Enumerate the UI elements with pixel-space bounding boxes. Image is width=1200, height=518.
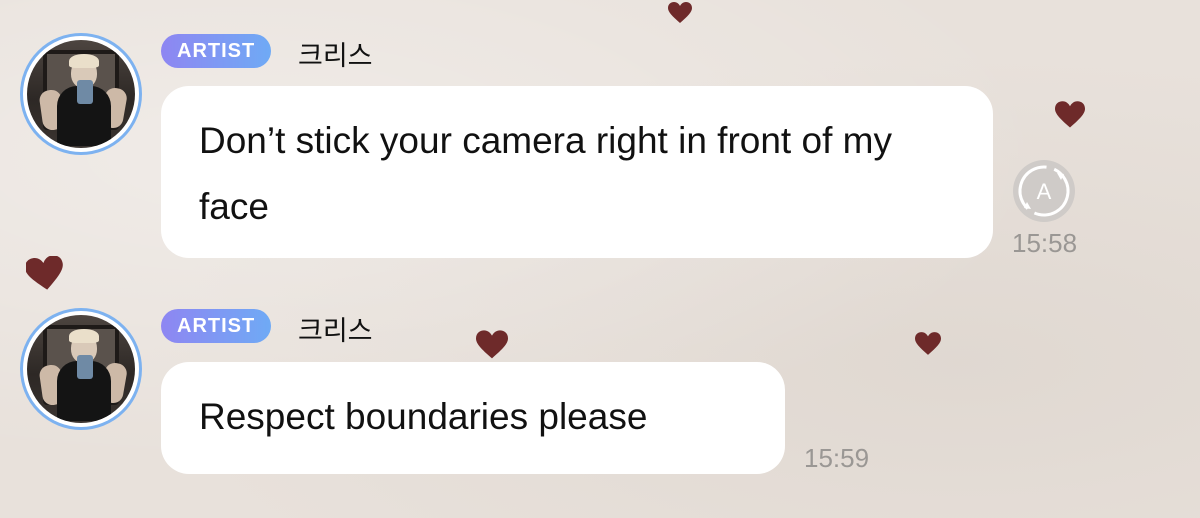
translate-button[interactable]: A bbox=[1013, 160, 1075, 222]
sender-name: 크리스 bbox=[298, 316, 373, 347]
message-text: Don’t stick your camera right in front o… bbox=[199, 120, 892, 227]
avatar-photo bbox=[27, 315, 135, 423]
message-timestamp: 15:59 bbox=[804, 443, 870, 473]
message-bubble[interactable]: Respect boundaries please bbox=[161, 362, 785, 474]
artist-badge: ARTIST bbox=[161, 34, 272, 68]
svg-text:A: A bbox=[1037, 179, 1052, 204]
message-timestamp: 15:58 bbox=[1012, 228, 1078, 258]
heart-icon bbox=[915, 332, 941, 356]
message-bubble[interactable]: Don’t stick your camera right in front o… bbox=[161, 86, 993, 258]
avatar[interactable] bbox=[20, 33, 142, 155]
heart-icon bbox=[26, 256, 64, 292]
heart-icon bbox=[668, 2, 692, 24]
avatar-photo bbox=[27, 40, 135, 148]
artist-badge: ARTIST bbox=[161, 309, 272, 343]
translate-icon: A bbox=[1018, 165, 1070, 217]
heart-icon bbox=[1055, 100, 1085, 130]
avatar[interactable] bbox=[20, 308, 142, 430]
heart-icon bbox=[476, 330, 508, 360]
sender-name: 크리스 bbox=[298, 41, 373, 72]
message-text: Respect boundaries please bbox=[199, 396, 648, 437]
